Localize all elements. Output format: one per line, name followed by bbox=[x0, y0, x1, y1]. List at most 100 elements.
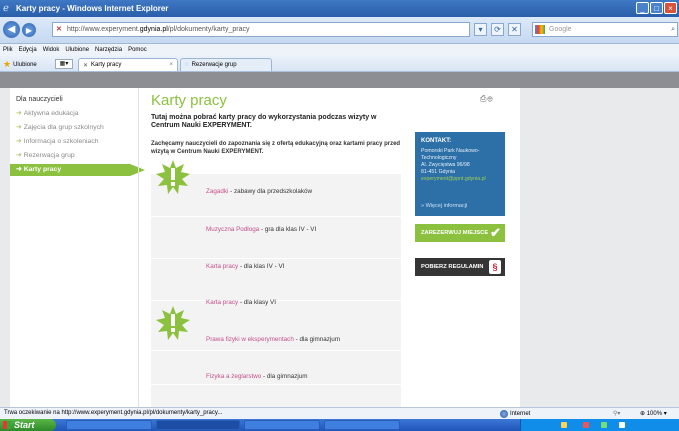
list-divider bbox=[151, 216, 401, 217]
menu-item-file[interactable]: Plik bbox=[3, 47, 13, 53]
address-toolbar: ◀ ▶ ✕ http://www.experyment.gdynia.pl/pl… bbox=[0, 17, 679, 44]
quick-tabs-icon[interactable]: ▦▾ bbox=[55, 59, 73, 69]
tab-karty-pracy[interactable]: ✕ Karty pracy × bbox=[78, 58, 178, 71]
menu-item-help[interactable]: Pomoc bbox=[128, 47, 147, 53]
list-divider bbox=[151, 384, 401, 385]
sidebar-item-label: Aktywna edukacja bbox=[23, 110, 79, 117]
contact-line: Pomorski Park Naukowo- bbox=[421, 148, 480, 154]
minimize-button[interactable]: _ bbox=[636, 2, 649, 14]
sidebar-item-label: Zajęcia dla grup szkolnych bbox=[23, 124, 104, 131]
sidebar-item-label: Karty pracy bbox=[23, 166, 62, 173]
taskbar-window-button[interactable] bbox=[66, 420, 152, 430]
contact-line: Al. Zwycięstwa 96/98 bbox=[421, 162, 470, 168]
sidebar-item-aktywna-edukacja[interactable]: ➜ Aktywna edukacja bbox=[10, 108, 138, 120]
compat-view-icon[interactable]: ▾ bbox=[474, 23, 487, 36]
system-tray bbox=[520, 419, 679, 431]
ie-logo-icon: ℯ bbox=[3, 2, 9, 14]
worksheet-link[interactable]: Muzyczna Podłoga bbox=[206, 226, 259, 233]
tab-bar: ★ Ulubione ▦▾ ✕ Karty pracy × ◌ Rezerwac… bbox=[0, 56, 679, 72]
globe-icon bbox=[500, 410, 508, 418]
address-input[interactable]: ✕ http://www.experyment.gdynia.pl/pl/dok… bbox=[52, 22, 470, 37]
tray-icon[interactable] bbox=[601, 422, 607, 428]
tray-icon[interactable] bbox=[583, 422, 589, 428]
menu-item-edit[interactable]: Edycja bbox=[19, 47, 37, 53]
arrow-icon: ➜ bbox=[16, 138, 22, 145]
taskbar-window-button[interactable] bbox=[244, 420, 320, 430]
contact-heading: KONTAKT: bbox=[421, 138, 452, 144]
reserve-label: ZAREZERWUJ MIEJSCE bbox=[421, 230, 489, 236]
menu-bar: Plik Edycja Widok Ulubione Narzędzia Pom… bbox=[0, 44, 679, 56]
start-label: Start bbox=[14, 420, 35, 430]
worksheet-desc: - dla gimnazjum bbox=[261, 373, 308, 380]
maximize-button[interactable]: □ bbox=[650, 2, 663, 14]
list-item: Prawa fizyki w eksperymentach - dla gimn… bbox=[206, 336, 340, 343]
taskbar-window-button[interactable] bbox=[324, 420, 400, 430]
sidebar-item-rezerwacja[interactable]: ➜ Rezerwacja grup bbox=[10, 150, 138, 162]
tab-label: Karty pracy bbox=[91, 62, 122, 68]
worksheet-desc: - gra dla klas IV - VI bbox=[259, 226, 317, 233]
list-divider bbox=[151, 258, 401, 259]
refresh-icon[interactable]: ⟳ bbox=[491, 23, 504, 36]
close-button[interactable]: × bbox=[664, 2, 677, 14]
forward-button[interactable]: ▶ bbox=[22, 23, 36, 37]
list-divider bbox=[151, 350, 401, 351]
tray-icon[interactable] bbox=[619, 422, 625, 428]
regulations-label: POBIERZ REGULAMIN bbox=[421, 264, 484, 270]
star-icon: ★ bbox=[3, 59, 12, 69]
search-icon[interactable]: ⌕ bbox=[671, 23, 675, 36]
download-regulations-button[interactable]: POBIERZ REGULAMIN § bbox=[415, 258, 505, 276]
sidebar-item-karty-pracy[interactable]: ➜ Karty pracy bbox=[10, 164, 145, 176]
zone-label: Internet bbox=[510, 411, 531, 417]
worksheet-desc: - dla klas IV - VI bbox=[238, 263, 285, 270]
arrow-icon: ➜ bbox=[16, 166, 22, 173]
exclamation-burst-icon bbox=[156, 306, 190, 340]
tray-icon[interactable] bbox=[561, 422, 567, 428]
taskbar-window-button[interactable] bbox=[156, 420, 240, 430]
sidebar: Dla nauczycieli ➜ Aktywna edukacja ➜ Zajęc… bbox=[10, 88, 145, 407]
print-icon[interactable]: ⎙⊕ bbox=[480, 94, 494, 104]
url-suffix: /pl/dokumenty/karty_pracy bbox=[167, 26, 250, 33]
contact-email-link[interactable]: experyment@ppnt.gdynia.pl bbox=[421, 176, 499, 183]
address-buttons: ▾ ⟳ ✕ bbox=[474, 23, 521, 36]
arrow-icon: ➜ bbox=[16, 124, 22, 131]
windows-logo-icon bbox=[3, 421, 11, 429]
worksheet-link[interactable]: Zagadki bbox=[206, 188, 228, 195]
menu-item-view[interactable]: Widok bbox=[43, 47, 60, 53]
back-button[interactable]: ◀ bbox=[3, 21, 20, 38]
zoom-level: 100% bbox=[646, 411, 663, 417]
list-item: Karta pracy - dla klas IV - VI bbox=[206, 263, 284, 270]
web-page: Dla nauczycieli ➜ Aktywna edukacja ➜ Zajęc… bbox=[0, 72, 679, 407]
sidebar-item-szkolenia[interactable]: ➜ Informacja o szkoleniach bbox=[10, 136, 138, 148]
reserve-button[interactable]: ZAREZERWUJ MIEJSCE ✔ bbox=[415, 224, 505, 242]
menu-item-tools[interactable]: Narzędzia bbox=[95, 47, 122, 53]
menu-item-favorites[interactable]: Ulubione bbox=[65, 47, 89, 53]
start-button[interactable]: Start bbox=[0, 419, 56, 431]
stop-icon[interactable]: ✕ bbox=[508, 23, 521, 36]
sidebar-item-label: Informacja o szkoleniach bbox=[23, 138, 99, 145]
search-placeholder: Google bbox=[549, 26, 572, 33]
taskbar: Start bbox=[0, 419, 679, 431]
google-logo-icon bbox=[535, 25, 545, 34]
tab-page-icon: ◌ bbox=[185, 62, 189, 68]
tab-close-icon[interactable]: × bbox=[169, 62, 173, 68]
worksheet-desc: - dla klasy VI bbox=[238, 299, 276, 306]
content-area: Dla nauczycieli ➜ Aktywna edukacja ➜ Zajęc… bbox=[10, 88, 520, 407]
worksheet-link[interactable]: Fizyka a żeglarstwo bbox=[206, 373, 261, 380]
sidebar-item-zajecia[interactable]: ➜ Zajęcia dla grup szkolnych bbox=[10, 122, 138, 134]
worksheet-link[interactable]: Karta pracy bbox=[206, 263, 238, 270]
worksheet-desc: - zabawy dla przedszkolaków bbox=[228, 188, 313, 195]
tab-rezerwacje-grup[interactable]: ◌ Rezerwacje grup bbox=[180, 58, 272, 71]
protected-mode-icon[interactable]: ⚲▾ bbox=[613, 410, 620, 417]
pdf-icon: § bbox=[489, 260, 501, 274]
worksheet-link[interactable]: Prawa fizyki w eksperymentach bbox=[206, 336, 294, 343]
search-input[interactable]: Google ⌕ bbox=[532, 22, 678, 37]
more-info-link[interactable]: » Więcej informacji bbox=[421, 203, 467, 209]
list-item: Muzyczna Podłoga - gra dla klas IV - VI bbox=[206, 226, 316, 233]
favorites-button[interactable]: ★ Ulubione bbox=[3, 59, 37, 70]
exclamation-burst-icon bbox=[156, 160, 190, 194]
worksheet-link[interactable]: Karta pracy bbox=[206, 299, 238, 306]
arrow-icon: ➜ bbox=[16, 152, 22, 159]
zoom-control[interactable]: ⊕ 100% ▾ bbox=[640, 410, 667, 417]
sidebar-heading: Dla nauczycieli bbox=[16, 96, 63, 103]
sidebar-divider bbox=[138, 88, 139, 407]
